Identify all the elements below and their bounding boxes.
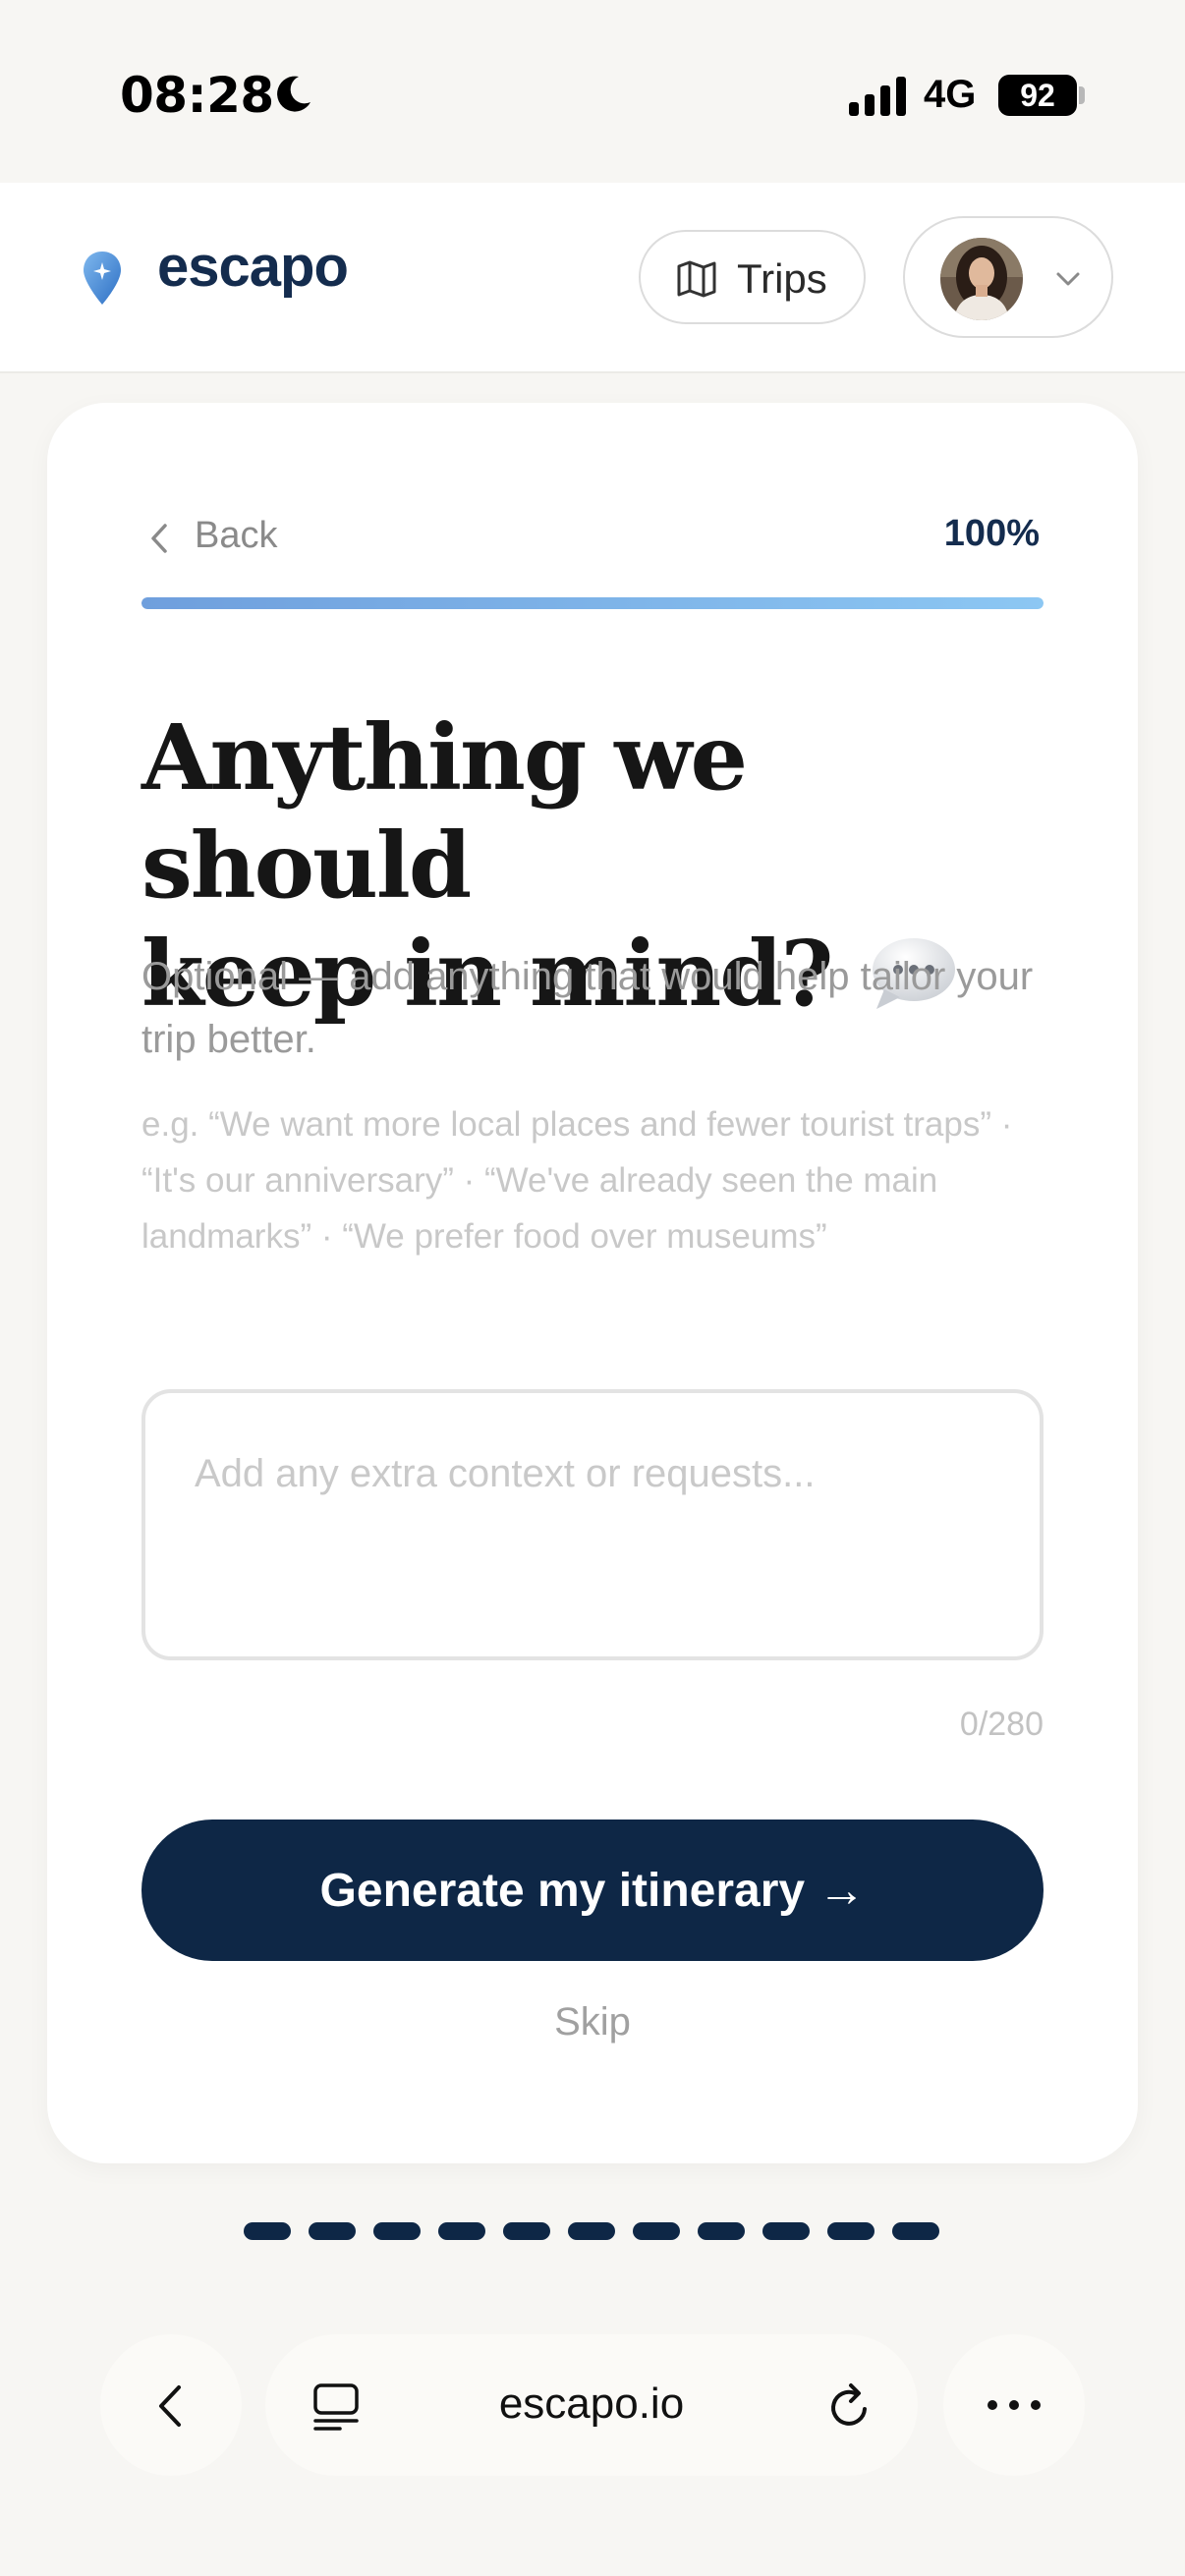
- step-dot: [633, 2222, 680, 2240]
- step-dot: [698, 2222, 745, 2240]
- step-dot: [827, 2222, 875, 2240]
- map-icon: [677, 260, 716, 298]
- char-count: 0/280: [959, 1706, 1044, 1743]
- progress-bar: [141, 597, 1044, 609]
- back-label: Back: [195, 515, 278, 556]
- trips-button[interactable]: Trips: [639, 230, 866, 324]
- url-bar[interactable]: escapo.io: [265, 2334, 918, 2476]
- url-text[interactable]: escapo.io: [265, 2380, 918, 2429]
- step-dot: [892, 2222, 939, 2240]
- browser-back-button[interactable]: [100, 2334, 242, 2476]
- logo-text[interactable]: escapo: [157, 234, 349, 300]
- chevron-left-icon: [159, 2385, 181, 2427]
- step-dot: [503, 2222, 550, 2240]
- moon-icon: [277, 76, 310, 112]
- question-card: Back 100% Anything we should keep in min…: [47, 403, 1138, 2163]
- subtitle: Optional — add anything that would help …: [141, 955, 1034, 1061]
- status-bar: 08:28 4G 92: [0, 0, 1185, 183]
- more-icon: [988, 2400, 1041, 2410]
- app-header: escapo Trips: [0, 183, 1185, 373]
- battery-indicator: 92: [998, 75, 1077, 116]
- chevron-down-icon: [1056, 272, 1080, 286]
- skip-link: Skip: [47, 2000, 1138, 2044]
- step-dot: [438, 2222, 485, 2240]
- title-line-1: Anything we should: [141, 704, 748, 919]
- skip-button[interactable]: Skip: [554, 2000, 631, 2044]
- avatar: [940, 238, 1023, 320]
- trips-label: Trips: [737, 255, 827, 302]
- step-dot: [373, 2222, 421, 2240]
- examples-hint: e.g. “We want more local places and fewe…: [141, 1105, 1013, 1256]
- step-dot: [568, 2222, 615, 2240]
- status-time: 08:28: [120, 67, 274, 124]
- reload-icon[interactable]: [825, 2381, 875, 2433]
- network-label: 4G: [924, 73, 977, 116]
- signal-icon: [849, 77, 906, 116]
- more-options-button[interactable]: [943, 2334, 1085, 2476]
- logo-pin-icon[interactable]: [81, 250, 124, 307]
- step-indicator: [244, 2222, 941, 2240]
- progress-percent: 100%: [943, 513, 1040, 554]
- profile-menu-button[interactable]: [903, 216, 1113, 338]
- context-input[interactable]: [141, 1389, 1044, 1660]
- battery-cap: [1079, 86, 1085, 104]
- generate-itinerary-button[interactable]: Generate my itinerary →: [141, 1820, 1044, 1961]
- progress-fill: [141, 597, 1044, 609]
- step-dot: [244, 2222, 291, 2240]
- chevron-left-icon: [151, 524, 167, 553]
- step-dot: [309, 2222, 356, 2240]
- step-dot: [762, 2222, 810, 2240]
- back-button[interactable]: Back: [145, 513, 342, 562]
